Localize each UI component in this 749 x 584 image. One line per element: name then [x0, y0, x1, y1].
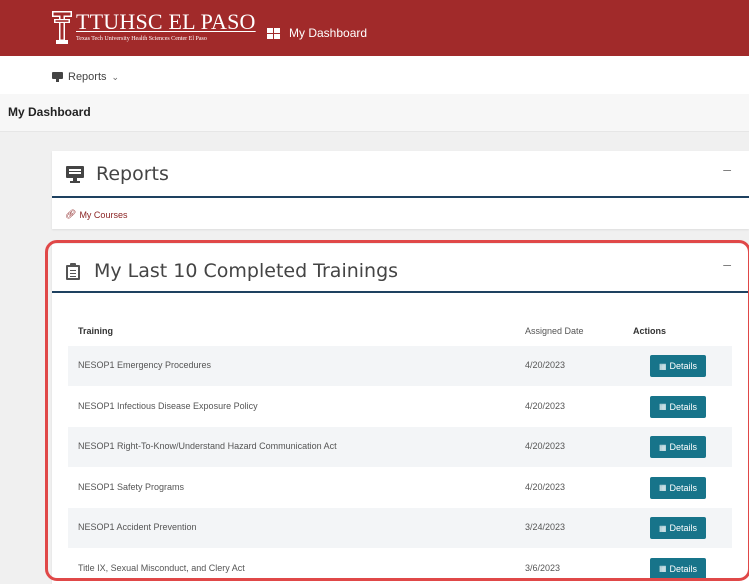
brand-logo-link[interactable]: TTUHSC EL PASO Texas Tech University Hea…	[52, 11, 256, 45]
trainings-card-header: My Last 10 Completed Trainings –	[52, 244, 749, 293]
reports-card: Reports – 🔗︎ My Courses	[52, 151, 749, 229]
training-name: NESOP1 Right-To-Know/Understand Hazard C…	[78, 441, 337, 451]
details-label: Details	[669, 482, 698, 493]
column-header-assigned-date[interactable]: Assigned Date	[525, 326, 584, 336]
reports-dropdown[interactable]: Reports ⌄	[52, 71, 119, 83]
table-row: NESOP1 Accident Prevention 3/24/2023 ▦ De…	[68, 508, 732, 549]
table-row: Title IX, Sexual Misconduct, and Clery A…	[68, 549, 732, 584]
training-name: NESOP1 Safety Programs	[78, 481, 185, 492]
calendar-icon: ▦	[658, 361, 667, 371]
secondary-nav: Reports ⌄	[0, 56, 749, 94]
assigned-date: 4/20/2023	[525, 400, 566, 411]
table-body: NESOP1 Emergency Procedures 4/20/2023 ▦ D…	[68, 346, 732, 584]
details-button[interactable]: ▦ Details	[650, 557, 706, 580]
calendar-icon: ▦	[658, 523, 667, 533]
nav-my-dashboard-label: My Dashboard	[289, 26, 368, 40]
details-button[interactable]: ▦ Details	[650, 395, 706, 418]
reports-card-title: Reports	[96, 163, 169, 185]
assigned-date: 3/6/2023	[525, 562, 561, 573]
brand-subtitle: Texas Tech University Health Sciences Ce…	[76, 36, 207, 42]
nav-my-dashboard[interactable]: My Dashboard	[267, 26, 367, 40]
reports-card-header: Reports –	[52, 151, 749, 198]
my-courses-link[interactable]: 🔗︎ My Courses	[65, 209, 127, 220]
details-button[interactable]: ▦ Details	[650, 517, 706, 539]
training-name: NESOP1 Emergency Procedures	[78, 360, 212, 370]
details-label: Details	[669, 563, 698, 574]
training-name: NESOP1 Infectious Disease Exposure Polic…	[78, 400, 258, 411]
details-label: Details	[669, 401, 698, 412]
reports-dropdown-label: Reports	[68, 71, 107, 83]
link-icon: 🔗︎	[65, 209, 77, 219]
details-label: Details	[669, 361, 698, 371]
table-header: Training Assigned Date Actions	[68, 314, 732, 346]
table-row: NESOP1 Safety Programs 4/20/2023 ▦ Detail…	[68, 468, 732, 508]
page-title: My Dashboard	[8, 105, 91, 119]
column-header-actions: Actions	[633, 326, 667, 336]
table-row: NESOP1 Infectious Disease Exposure Polic…	[68, 387, 732, 427]
training-name: NESOP1 Accident Prevention	[78, 522, 197, 532]
assigned-date: 4/20/2023	[525, 481, 566, 492]
calendar-icon: ▦	[658, 564, 667, 573]
column-header-training[interactable]: Training	[78, 326, 113, 336]
assigned-date: 4/20/2023	[525, 441, 566, 451]
details-button[interactable]: ▦ Details	[650, 476, 706, 499]
details-label: Details	[669, 523, 698, 533]
training-name: Title IX, Sexual Misconduct, and Clery A…	[78, 562, 245, 573]
table-row: NESOP1 Right-To-Know/Understand Hazard C…	[68, 427, 732, 468]
collapse-button[interactable]: –	[723, 161, 731, 177]
trainings-table: Training Assigned Date Actions NESOP1 Em…	[68, 314, 732, 584]
table-row: NESOP1 Emergency Procedures 4/20/2023 ▦ D…	[68, 346, 732, 387]
trainings-card-title: My Last 10 Completed Trainings	[94, 260, 399, 282]
dashboard-grid-icon	[267, 27, 280, 39]
calendar-icon: ▦	[658, 442, 667, 452]
monitor-icon	[52, 72, 63, 82]
clipboard-list-icon	[66, 262, 80, 280]
page-header: My Dashboard	[0, 94, 749, 132]
my-courses-label: My Courses	[79, 209, 128, 220]
details-button[interactable]: ▦ Details	[650, 355, 706, 377]
calendar-icon: ▦	[658, 402, 667, 411]
top-navbar: TTUHSC EL PASO Texas Tech University Hea…	[0, 0, 749, 56]
calendar-icon: ▦	[658, 483, 667, 492]
collapse-button[interactable]: –	[723, 256, 731, 272]
details-label: Details	[669, 442, 698, 452]
completed-trainings-card: My Last 10 Completed Trainings – Trainin…	[52, 244, 749, 584]
assigned-date: 4/20/2023	[525, 360, 566, 370]
chevron-down-icon: ⌄	[111, 71, 120, 82]
details-button[interactable]: ▦ Details	[650, 436, 706, 458]
double-t-logo-icon	[52, 11, 72, 45]
monitor-icon	[66, 165, 84, 183]
brand-name: TTUHSC EL PASO	[76, 9, 256, 34]
assigned-date: 3/24/2023	[525, 522, 566, 532]
